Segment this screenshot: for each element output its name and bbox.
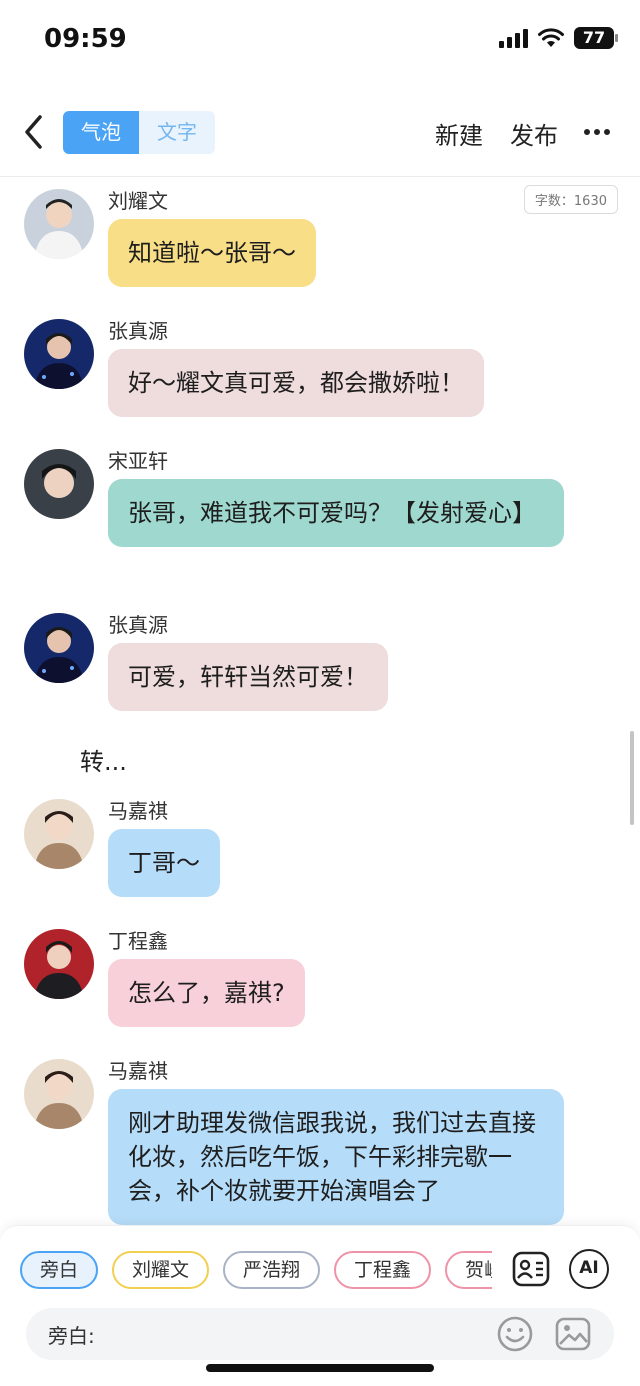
- avatar[interactable]: [24, 449, 94, 519]
- sender-name: 丁程鑫: [108, 929, 168, 953]
- sender-name: 马嘉祺: [108, 1059, 168, 1083]
- role-chip-narrator[interactable]: 旁白: [20, 1251, 99, 1289]
- sender-name: 张真源: [108, 319, 168, 343]
- signal-icon: [499, 28, 528, 48]
- avatar[interactable]: [24, 189, 94, 259]
- more-icon[interactable]: [584, 118, 612, 146]
- status-indicators: 77: [499, 27, 618, 49]
- input-role-label: 旁白:: [48, 1324, 95, 1348]
- chat-area[interactable]: 字数：1630 刘耀文 知道啦～张哥～ 张真源 好～耀文真可爱，都会撒娇啦！ 宋…: [0, 177, 640, 1225]
- role-chips: 旁白 刘耀文 严浩翔 丁程鑫 贺峻: [20, 1251, 492, 1291]
- message-bubble[interactable]: 可爱，轩轩当然可爱！: [108, 643, 388, 711]
- word-count-badge: 字数：1630: [523, 185, 618, 214]
- message-bubble[interactable]: 刚才助理发微信跟我说，我们过去直接化妆，然后吃午饭，下午彩排完歇一会，补个妆就要…: [108, 1089, 564, 1225]
- ai-button[interactable]: AI: [569, 1249, 609, 1289]
- avatar[interactable]: [24, 799, 94, 869]
- role-chip[interactable]: 丁程鑫: [334, 1251, 432, 1289]
- emoji-icon[interactable]: [496, 1315, 534, 1353]
- sender-name: 马嘉祺: [108, 799, 168, 823]
- image-icon[interactable]: [554, 1315, 592, 1353]
- role-chip[interactable]: 刘耀文: [112, 1251, 210, 1289]
- mode-switch: 气泡 文字: [63, 111, 215, 154]
- nav-bar: 气泡 文字 新建 发布: [0, 100, 640, 166]
- avatar[interactable]: [24, 929, 94, 999]
- avatar[interactable]: [24, 319, 94, 389]
- role-chip[interactable]: 贺峻: [445, 1251, 492, 1289]
- message-bubble[interactable]: 知道啦～张哥～: [108, 219, 316, 287]
- avatar[interactable]: [24, 1059, 94, 1129]
- message-input[interactable]: 旁白:: [26, 1308, 614, 1360]
- message-bubble[interactable]: 张哥，难道我不可爱吗？【发射爱心】: [108, 479, 564, 547]
- back-arrow-icon[interactable]: [18, 112, 48, 152]
- avatar[interactable]: [24, 613, 94, 683]
- message-bubble[interactable]: 怎么了，嘉祺?: [108, 959, 305, 1027]
- tab-text[interactable]: 文字: [139, 111, 215, 154]
- message-bubble[interactable]: 丁哥～: [108, 829, 220, 897]
- tab-bubble[interactable]: 气泡: [63, 111, 139, 154]
- home-indicator[interactable]: [206, 1364, 434, 1372]
- contact-card-icon[interactable]: [511, 1249, 551, 1289]
- narration-text[interactable]: 转...: [80, 742, 127, 777]
- status-time: 09:59: [44, 24, 127, 54]
- new-button[interactable]: 新建: [435, 116, 483, 151]
- sender-name: 宋亚轩: [108, 449, 168, 473]
- scrollbar[interactable]: [630, 731, 634, 825]
- input-panel: 旁白 刘耀文 严浩翔 丁程鑫 贺峻 AI 旁白:: [0, 1225, 640, 1386]
- role-chip[interactable]: 严浩翔: [223, 1251, 321, 1289]
- publish-button[interactable]: 发布: [510, 116, 558, 151]
- battery-icon: 77: [574, 27, 618, 49]
- message-bubble[interactable]: 好～耀文真可爱，都会撒娇啦！: [108, 349, 484, 417]
- sender-name: 张真源: [108, 613, 168, 637]
- sender-name: 刘耀文: [108, 189, 168, 213]
- wifi-icon: [538, 28, 564, 47]
- status-bar: 09:59 77: [0, 0, 640, 80]
